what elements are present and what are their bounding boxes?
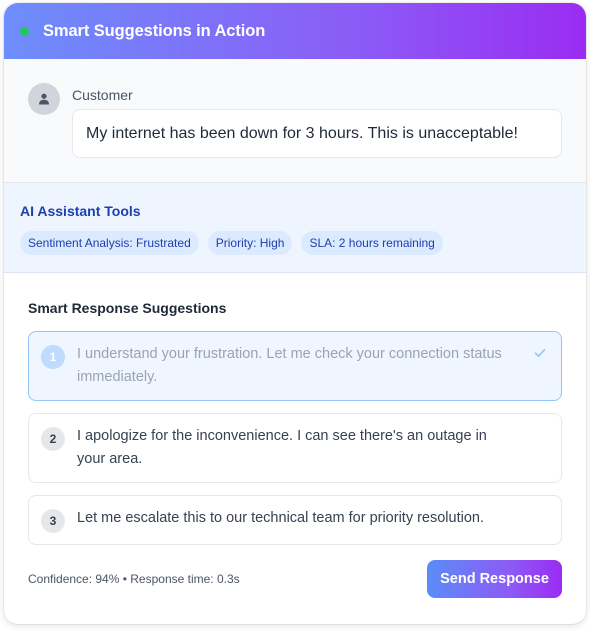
suggestions-title: Smart Response Suggestions: [28, 300, 227, 316]
header-title: Smart Suggestions in Action: [43, 21, 266, 40]
suggestion-text: Let me escalate this to our technical te…: [77, 510, 484, 526]
ai-assistant-tools: AI Assistant Tools Sentiment Analysis: F…: [4, 183, 586, 273]
suggestion-number: 2: [41, 427, 65, 451]
send-response-button[interactable]: Send Response: [427, 560, 562, 598]
tools-title: AI Assistant Tools: [20, 203, 141, 219]
suggestion-number: 3: [41, 509, 65, 533]
sentiment-chip: Sentiment Analysis: Frustrated: [20, 231, 199, 255]
sla-chip: SLA: 2 hours remaining: [301, 231, 443, 255]
suggestion-item-1[interactable]: 1 I understand your frustration. Let me …: [28, 331, 562, 401]
suggestion-item-3[interactable]: 3 Let me escalate this to our technical …: [28, 495, 562, 545]
tool-chips: Sentiment Analysis: Frustrated Priority:…: [20, 231, 443, 255]
user-icon: [28, 83, 60, 115]
suggestion-text: I understand your frustration. Let me ch…: [77, 346, 502, 385]
customer-label: Customer: [72, 87, 133, 103]
customer-message-bubble: My internet has been down for 3 hours. T…: [72, 109, 562, 158]
suggestion-text: I apologize for the inconvenience. I can…: [77, 428, 487, 467]
check-icon: [534, 349, 546, 357]
suggestion-item-2[interactable]: 2 I apologize for the inconvenience. I c…: [28, 413, 562, 483]
suggestion-number: 1: [41, 345, 65, 369]
smart-suggestions-card: Smart Suggestions in Action Customer My …: [4, 3, 586, 624]
priority-chip: Priority: High: [207, 231, 293, 255]
confidence-meta: Confidence: 94% • Response time: 0.3s: [28, 572, 240, 586]
customer-message-section: Customer My internet has been down for 3…: [4, 59, 586, 183]
status-dot: [20, 26, 29, 36]
card-header: Smart Suggestions in Action: [4, 3, 586, 59]
